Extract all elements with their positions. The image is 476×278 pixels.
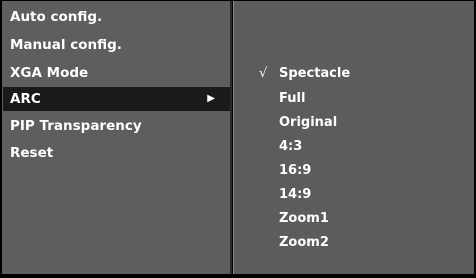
menu-item-label: XGA Mode xyxy=(10,65,89,81)
option-label: Spectacle xyxy=(279,66,351,81)
menu-item-label: Manual config. xyxy=(10,37,122,53)
option-label: 14:9 xyxy=(279,187,312,202)
main-menu-panel: Auto config. Manual config. XGA Mode ARC… xyxy=(2,1,232,274)
check-icon: √ xyxy=(259,66,268,81)
menu-item-auto-config[interactable]: Auto config. xyxy=(3,5,230,29)
menu-item-pip-transparency[interactable]: PIP Transparency xyxy=(3,114,230,138)
option-label: Zoom1 xyxy=(279,211,329,226)
submenu-panel xyxy=(233,1,474,274)
option-label: 16:9 xyxy=(279,163,312,178)
option-label: Zoom2 xyxy=(279,235,329,250)
menu-item-label: ARC xyxy=(10,91,41,107)
menu-item-reset[interactable]: Reset xyxy=(3,141,230,165)
right-triangle-icon: ▶ xyxy=(207,93,215,104)
menu-item-manual-config[interactable]: Manual config. xyxy=(3,33,230,57)
menu-item-label: Auto config. xyxy=(10,9,103,25)
menu-item-label: PIP Transparency xyxy=(10,118,142,134)
option-label: 4:3 xyxy=(279,139,303,154)
menu-item-label: Reset xyxy=(10,145,54,161)
option-label: Original xyxy=(279,115,338,130)
menu-item-xga-mode[interactable]: XGA Mode xyxy=(3,61,230,85)
menu-item-arc[interactable]: ARC ▶ xyxy=(3,87,230,111)
osd-menu: Auto config. Manual config. XGA Mode ARC… xyxy=(1,1,475,277)
option-label: Full xyxy=(279,91,306,106)
